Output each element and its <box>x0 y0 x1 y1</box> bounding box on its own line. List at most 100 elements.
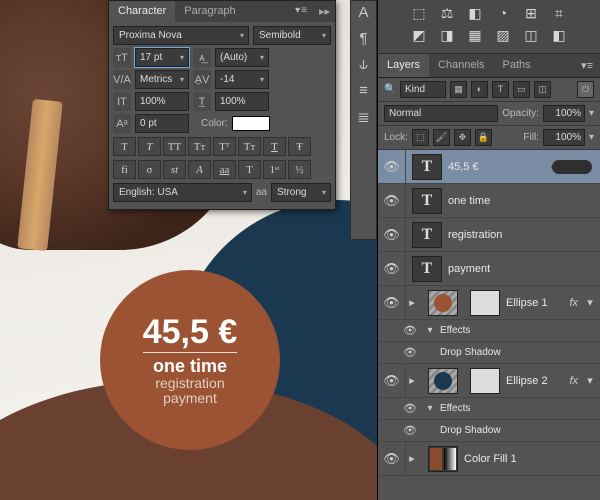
filter-toggle[interactable]: ⏻ <box>577 81 594 98</box>
shelf-icon[interactable]: ◩ <box>409 27 429 45</box>
leading[interactable]: (Auto) <box>215 48 269 67</box>
shelf-icon[interactable]: ⬚ <box>409 5 429 23</box>
layer-row[interactable]: 👁Drop Shadow <box>378 420 600 442</box>
filter-adjust-icon[interactable]: ◐ <box>471 81 488 98</box>
fx-twirl[interactable]: ▾ <box>584 374 596 387</box>
panel-menu-icon[interactable]: ▾≡ <box>574 54 600 77</box>
panel-icon-1[interactable]: ≡ <box>352 82 375 105</box>
kerning[interactable]: Metrics <box>135 70 189 89</box>
anti-alias[interactable]: Strong <box>271 183 331 202</box>
visibility-toggle[interactable]: 👁 <box>378 252 406 285</box>
fx-twirl[interactable]: ▾ <box>584 296 596 309</box>
visibility-toggle[interactable]: 👁 <box>378 286 406 319</box>
vertical-scale[interactable]: 100% <box>135 92 189 111</box>
color-swatch[interactable] <box>232 116 270 131</box>
font-family[interactable]: Proxima Nova <box>113 26 249 45</box>
layer-row[interactable]: 👁T45,5 € <box>378 150 600 184</box>
blend-mode[interactable]: Normal <box>384 105 498 122</box>
ot-titling[interactable]: T <box>238 160 261 179</box>
shelf-icon[interactable]: ⌗ <box>549 5 569 23</box>
filter-shape-icon[interactable]: ▭ <box>513 81 530 98</box>
ot-fractions[interactable]: ½ <box>288 160 311 179</box>
type-tool-icon[interactable]: A <box>352 4 375 27</box>
shelf-icon[interactable]: ◨ <box>437 27 457 45</box>
ot-swash[interactable]: A <box>188 160 211 179</box>
underline[interactable]: T <box>263 137 286 156</box>
shelf-icon[interactable]: ◧ <box>549 27 569 45</box>
lock-pixels-icon[interactable]: 🖌 <box>433 129 450 146</box>
visibility-toggle[interactable]: 👁 <box>378 442 406 475</box>
shelf-icon[interactable]: ◔ <box>493 5 513 23</box>
layer-row[interactable]: 👁▾Effects <box>378 398 600 420</box>
ot-stylistic[interactable]: aa <box>213 160 236 179</box>
tab-layers[interactable]: Layers <box>378 54 429 77</box>
visibility-toggle[interactable]: 👁 <box>396 320 424 341</box>
twirl-icon[interactable]: ▸ <box>406 296 418 309</box>
visibility-toggle[interactable]: 👁 <box>378 364 406 397</box>
fx-badge[interactable]: fx <box>569 375 578 387</box>
tab-paths[interactable]: Paths <box>494 54 540 77</box>
shelf-icon[interactable]: ◧ <box>465 5 485 23</box>
filter-search-icon[interactable]: 🔍 <box>384 84 396 95</box>
twirl-icon[interactable]: ▸ <box>406 452 418 465</box>
paragraph-tool-icon[interactable]: ¶ <box>352 30 375 53</box>
filter-smart-icon[interactable]: ◫ <box>534 81 551 98</box>
baseline-shift[interactable]: 0 pt <box>135 114 189 133</box>
visibility-toggle[interactable]: 👁 <box>378 218 406 251</box>
subscript[interactable]: Tᴛ <box>238 137 261 156</box>
lock-transparent-icon[interactable]: ⬚ <box>412 129 429 146</box>
shelf-icon[interactable]: ◫ <box>521 27 541 45</box>
panel-icon-2[interactable]: ≣ <box>352 108 375 131</box>
strikethrough[interactable]: Ŧ <box>288 137 311 156</box>
faux-italic[interactable]: T <box>138 137 161 156</box>
tab-character[interactable]: Character <box>109 1 175 22</box>
twirl-icon[interactable]: ▾ <box>424 325 436 336</box>
visibility-toggle[interactable]: 👁 <box>378 184 406 217</box>
twirl-icon[interactable]: ▾ <box>424 403 436 414</box>
visibility-toggle[interactable]: 👁 <box>396 342 424 363</box>
lock-all-icon[interactable]: 🔒 <box>475 129 492 146</box>
tab-channels[interactable]: Channels <box>429 54 493 77</box>
fx-badge[interactable]: fx <box>569 297 578 309</box>
opacity-dropdown-icon[interactable]: ▾ <box>589 108 594 119</box>
layer-row[interactable]: 👁Tpayment <box>378 252 600 286</box>
visibility-toggle[interactable]: 👁 <box>378 150 406 183</box>
twirl-icon[interactable]: ▸ <box>406 374 418 387</box>
shelf-icon[interactable]: ⚖ <box>437 5 457 23</box>
ot-ligatures[interactable]: fi <box>113 160 136 179</box>
horizontal-scale[interactable]: 100% <box>215 92 269 111</box>
collapse-icon[interactable]: ▸▸ <box>314 1 335 22</box>
filter-pixel-icon[interactable]: ▦ <box>450 81 467 98</box>
tracking[interactable]: -14 <box>215 70 269 89</box>
font-weight[interactable]: Semibold <box>253 26 331 45</box>
opacity-field[interactable]: 100% <box>543 105 585 122</box>
visibility-toggle[interactable]: 👁 <box>396 398 424 419</box>
all-caps[interactable]: TT <box>163 137 186 156</box>
layer-row[interactable]: 👁▸Ellipse 2fx▾ <box>378 364 600 398</box>
ot-ordinals[interactable]: 1ˢᵗ <box>263 160 286 179</box>
lock-position-icon[interactable]: ✥ <box>454 129 471 146</box>
font-size[interactable]: 17 pt <box>135 48 189 67</box>
layer-row[interactable]: 👁▾Effects <box>378 320 600 342</box>
panel-menu-icon[interactable]: ▾≡ <box>289 1 314 22</box>
layer-row[interactable]: 👁Drop Shadow <box>378 342 600 364</box>
superscript[interactable]: Tᵀ <box>213 137 236 156</box>
filter-kind[interactable]: Kind <box>400 81 446 98</box>
fill-dropdown-icon[interactable]: ▾ <box>589 132 594 143</box>
fill-field[interactable]: 100% <box>543 129 585 146</box>
shelf-icon[interactable]: ▨ <box>493 27 513 45</box>
small-caps[interactable]: Tᴛ <box>188 137 211 156</box>
ot-discretionary[interactable]: st <box>163 160 186 179</box>
faux-bold[interactable]: T <box>113 137 136 156</box>
layer-row[interactable]: 👁▸Ellipse 1fx▾ <box>378 286 600 320</box>
visibility-toggle[interactable]: 👁 <box>396 420 424 441</box>
ot-contextual[interactable]: σ <box>138 160 161 179</box>
tab-paragraph[interactable]: Paragraph <box>175 1 244 22</box>
shelf-icon[interactable]: ⊞ <box>521 5 541 23</box>
language[interactable]: English: USA <box>113 183 252 202</box>
styles-icon[interactable]: ⫝ <box>352 56 375 79</box>
price-text[interactable]: 45,5 € <box>143 315 238 354</box>
filter-type-icon[interactable]: T <box>492 81 509 98</box>
layer-row[interactable]: 👁Tregistration <box>378 218 600 252</box>
layer-row[interactable]: 👁▸Color Fill 1 <box>378 442 600 476</box>
